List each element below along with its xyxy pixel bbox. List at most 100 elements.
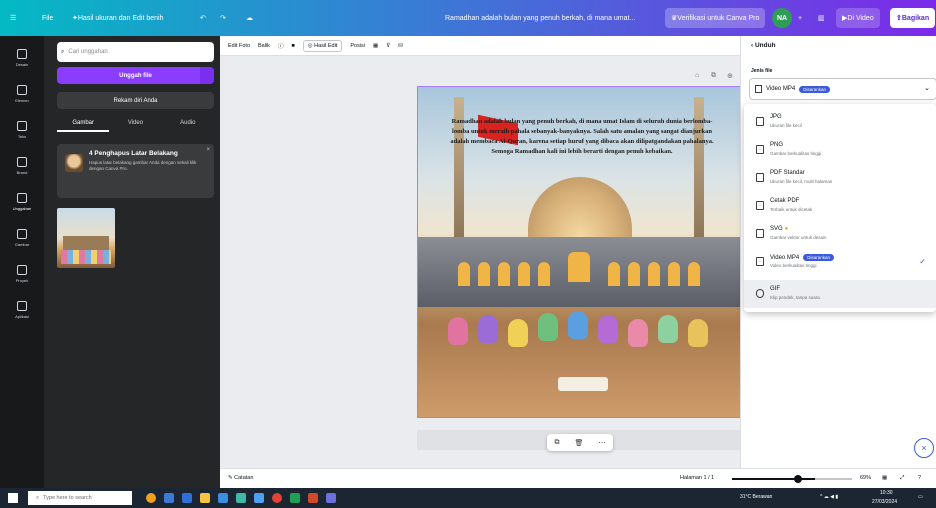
design-page[interactable]: Ramadhan adalah bulan yang penuh berkah,… <box>417 86 742 418</box>
option-pdf-standard[interactable]: PDF Standar Ukuran file kecil, multi hala… <box>744 164 936 192</box>
left-rail: Desain Elemen Teks Brand Unggahan Gambar… <box>0 36 44 488</box>
help-icon[interactable]: ? <box>918 475 921 481</box>
mosque-arch <box>648 262 660 286</box>
record-yourself-button[interactable]: Rekam diri Anda <box>57 92 214 109</box>
filter-icon[interactable]: ⊽ <box>386 43 390 49</box>
rail-item-projects[interactable]: Proyek <box>4 258 40 290</box>
present-button[interactable]: ▶ Di Video <box>836 8 880 28</box>
open-quran <box>558 377 608 391</box>
fullscreen-icon[interactable]: ⤢ <box>900 475 904 482</box>
tab-audio[interactable]: Audio <box>162 116 214 132</box>
lock-page-icon[interactable]: ⌂ <box>695 72 699 79</box>
system-tray-icons[interactable]: ^ ☁ ◀ ▮ <box>820 494 838 500</box>
analytics-icon[interactable]: ▥ <box>818 8 825 28</box>
mail-icon[interactable] <box>236 493 246 503</box>
chrome-icon[interactable] <box>272 493 282 503</box>
redo-icon[interactable]: ↷ <box>220 8 226 28</box>
notice-title: 4 Penghapus Latar Belakang <box>89 150 178 157</box>
zoom-slider[interactable] <box>732 475 852 483</box>
rail-item-apps[interactable]: Aplikasi <box>4 294 40 326</box>
search-input[interactable]: ⌕ Cari unggahan <box>57 42 214 62</box>
thumbnail-building <box>63 236 109 250</box>
option-gif[interactable]: GIF Klip pendek, tanpa suara <box>744 280 936 308</box>
taskbar-search-input[interactable]: ⌕ Type here to search <box>28 491 132 505</box>
more-options-icon[interactable] <box>200 67 214 84</box>
floating-toolbar: ⧉ 🗑 ⋯ <box>547 434 613 451</box>
background-remover-notice[interactable]: 4 Penghapus Latar Belakang Hapus latar b… <box>57 144 214 198</box>
close-icon[interactable]: × <box>206 147 210 153</box>
lock-icon[interactable]: ■ <box>291 43 294 49</box>
word-icon[interactable] <box>254 493 264 503</box>
info-icon[interactable]: ⓘ <box>278 42 284 50</box>
flip-button[interactable]: Balik <box>258 43 270 49</box>
design-caption[interactable]: Ramadhan adalah bulan yang penuh berkah,… <box>448 117 716 157</box>
zoom-level[interactable]: 69% <box>860 475 871 481</box>
more-icon[interactable]: ⋯ <box>598 439 605 447</box>
windows-start-icon[interactable] <box>8 493 18 503</box>
cloud-save-icon[interactable]: ☁ <box>246 8 253 28</box>
weather-tray[interactable]: 31°C Berawan <box>740 494 772 500</box>
teams-icon[interactable] <box>326 493 336 503</box>
clock-time[interactable]: 10:30 <box>880 490 893 496</box>
notification-icon[interactable]: ▭ <box>918 494 923 500</box>
file-menu[interactable]: File <box>42 8 53 28</box>
document-title[interactable]: Ramadhan adalah bulan yang penuh berkah,… <box>445 8 635 28</box>
share-button[interactable]: ⇪ Bagikan <box>890 8 936 28</box>
file-type-select[interactable]: Video MP4 Disarankan ⌄ <box>749 78 936 100</box>
option-jpg[interactable]: JPG Ukuran file kecil <box>744 108 936 136</box>
delete-icon[interactable]: 🗑 <box>575 439 584 447</box>
weather-app-icon[interactable] <box>146 493 156 503</box>
rail-item-design[interactable]: Desain <box>4 42 40 74</box>
grid-view-icon[interactable]: ▦ <box>882 475 887 481</box>
mosque-arch <box>478 262 490 286</box>
file-type-dropdown: JPG Ukuran file kecil PNG Gambar berkualit… <box>744 104 936 312</box>
rail-item-brand[interactable]: Brand <box>4 150 40 182</box>
avatar[interactable]: NA <box>772 8 792 28</box>
mosque-arch <box>458 262 470 286</box>
resize-menu[interactable]: ✦ Hasil ukuran dan Edit benih <box>72 8 164 28</box>
duplicate-page-icon[interactable]: ⧉ <box>711 72 716 80</box>
assistant-button[interactable]: × <box>914 438 934 458</box>
copy-icon[interactable]: ⧉ <box>555 439 560 447</box>
upload-cloud-icon <box>17 193 27 203</box>
child-figure <box>568 311 588 339</box>
child-figure <box>658 315 678 343</box>
menu-icon[interactable]: ☰ <box>10 8 16 28</box>
rail-item-uploads[interactable]: Unggahan <box>4 186 40 218</box>
option-svg[interactable]: SVG ● Gambar vektor untuk desain <box>744 220 936 248</box>
rail-item-elements[interactable]: Elemen <box>4 78 40 110</box>
paint-format-icon[interactable]: ⛁ <box>398 43 403 49</box>
store-icon[interactable] <box>218 493 228 503</box>
edit-photo-button[interactable]: Edit Foto <box>228 43 250 49</box>
powerpoint-icon[interactable] <box>308 493 318 503</box>
undo-icon[interactable]: ↶ <box>200 8 206 28</box>
position-button[interactable]: Posisi <box>350 43 365 49</box>
edge-browser-icon[interactable] <box>182 493 192 503</box>
animate-button[interactable]: ◎ Hasil Edit <box>302 39 343 52</box>
upgrade-pro-button[interactable]: ♛ Verifikasi untuk Canva Pro <box>665 8 766 28</box>
tab-videos[interactable]: Video <box>109 116 161 132</box>
mosque-arch <box>628 262 640 286</box>
child-figure <box>448 317 468 345</box>
transparency-icon[interactable]: ▦ <box>373 43 378 49</box>
uploaded-image-thumbnail[interactable] <box>57 208 115 268</box>
recommended-badge: Disarankan <box>799 85 831 93</box>
option-pdf-print[interactable]: Cetak PDF Terbaik untuk dicetak <box>744 192 936 220</box>
zoom-slider-knob[interactable] <box>794 475 802 483</box>
add-collaborator-icon[interactable]: + <box>798 8 802 28</box>
rail-item-text[interactable]: Teks <box>4 114 40 146</box>
clock-date[interactable]: 27/03/2024 <box>872 499 897 505</box>
option-mp4[interactable]: Video MP4 Disarankan Video berkualitas tin… <box>744 248 936 276</box>
option-png[interactable]: PNG Gambar berkualitas tinggi <box>744 136 936 164</box>
add-page-icon[interactable]: ⊕ <box>727 72 733 80</box>
context-toolbar: Edit Foto Balik ⓘ ■ ◎ Hasil Edit Posisi … <box>220 36 740 56</box>
file-explorer-icon[interactable] <box>200 493 210 503</box>
task-view-icon[interactable] <box>164 493 174 503</box>
page-indicator[interactable]: Halaman 1 / 1 <box>680 475 714 481</box>
excel-icon[interactable] <box>290 493 300 503</box>
rail-item-images[interactable]: Gambar <box>4 222 40 254</box>
notes-button[interactable]: ✎ Catatan <box>228 475 253 481</box>
upload-files-button[interactable]: Unggah file <box>57 67 214 84</box>
tab-images[interactable]: Gambar <box>57 116 110 132</box>
download-header[interactable]: ‹ Unduh <box>751 42 776 49</box>
